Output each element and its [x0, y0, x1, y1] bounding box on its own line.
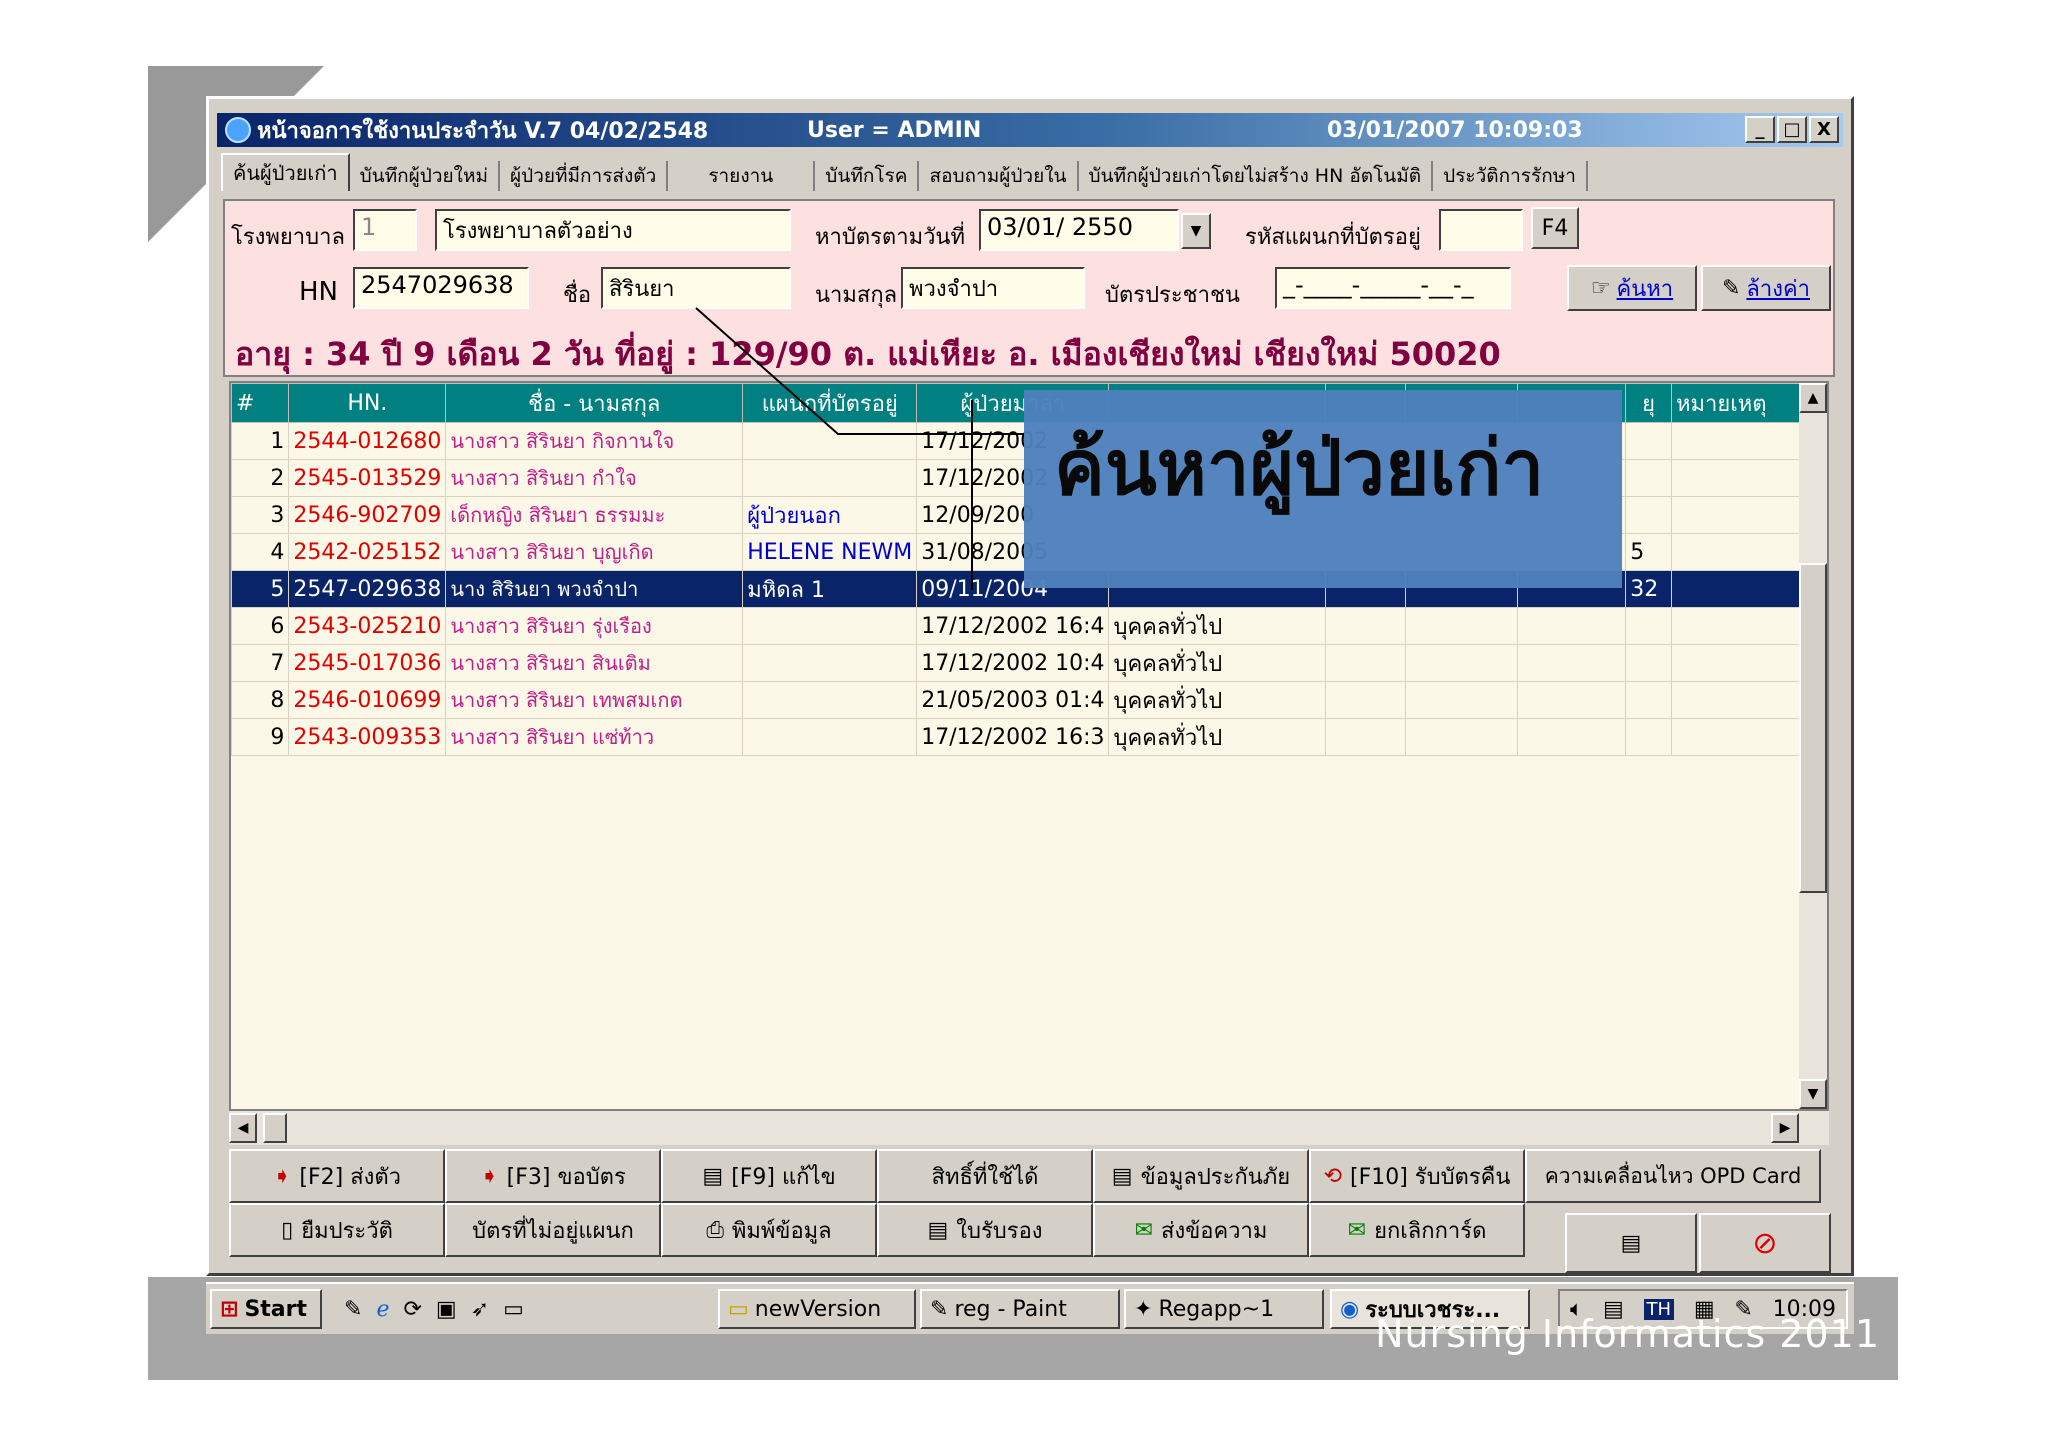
start-button[interactable]: ⊞ Start [210, 1289, 322, 1329]
computer-icon[interactable]: ▭ [503, 1297, 524, 1322]
app-globe-icon: ◉ [1340, 1296, 1360, 1322]
callout-pointer-line [695, 307, 1024, 590]
media-icon[interactable]: ➶ [471, 1297, 489, 1322]
slide-footer-text: Nursing Informatics 2011 [1375, 1312, 1880, 1356]
windows-logo-icon: ⊞ [220, 1296, 239, 1322]
folder-icon: ▭ [728, 1296, 749, 1322]
taskbar-item-newversion[interactable]: ▭ newVersion [718, 1289, 916, 1329]
taskbar-item-label: newVersion [754, 1296, 882, 1322]
browser-icon[interactable]: ℯ [376, 1297, 389, 1322]
start-label: Start [244, 1296, 308, 1322]
desktop-icon[interactable]: ▣ [436, 1297, 457, 1322]
taskbar-item-label: Regapp~1 [1158, 1296, 1275, 1322]
taskbar-item-regapp[interactable]: ✦ Regapp~1 [1124, 1289, 1324, 1329]
taskbar-item-paint[interactable]: ✎ reg - Paint [920, 1289, 1120, 1329]
taskbar-item-label: reg - Paint [954, 1296, 1067, 1322]
regapp-icon: ✦ [1134, 1296, 1153, 1322]
quick-launch: ✎ ℯ ⟳ ▣ ➶ ▭ [336, 1289, 596, 1329]
sync-icon[interactable]: ⟳ [403, 1297, 421, 1322]
notepad-icon[interactable]: ✎ [344, 1297, 362, 1322]
paint-icon: ✎ [930, 1296, 949, 1322]
